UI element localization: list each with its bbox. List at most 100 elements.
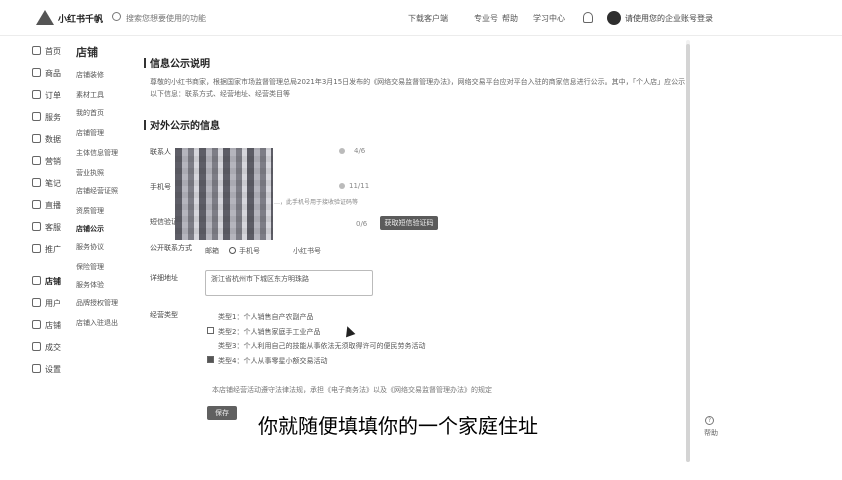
nav-item-settings[interactable]: 设置 — [24, 362, 70, 376]
nav-item-users[interactable]: 用户 — [24, 296, 70, 310]
sub-nav-item[interactable]: 服务体验 — [76, 280, 104, 290]
user-name[interactable]: 请使用您的企业账号登录 — [625, 13, 713, 24]
nav-label: 店铺 — [45, 321, 61, 330]
nav-label: 设置 — [45, 365, 61, 374]
nav-item-orders[interactable]: 订单 — [24, 88, 70, 102]
radio-phone[interactable] — [229, 247, 236, 254]
radio-email-label[interactable]: 邮箱 — [205, 246, 219, 256]
nav-item-service[interactable]: 服务 — [24, 110, 70, 124]
type-checkbox-2[interactable] — [207, 327, 214, 334]
avatar[interactable] — [607, 11, 621, 25]
business-type-label: 经营类型 — [150, 311, 178, 319]
chat-icon — [32, 222, 41, 231]
nav-label: 推广 — [45, 245, 61, 254]
video-subtitle: 你就随便填填你的一个家庭住址 — [258, 414, 538, 438]
notes-icon — [32, 178, 41, 187]
nav-item-store[interactable]: 店铺 — [24, 274, 70, 288]
nav-learning-center[interactable]: 学习中心 — [533, 13, 565, 24]
nav-item-shop[interactable]: 店铺 — [24, 318, 70, 332]
phone-label: 手机号 — [150, 183, 171, 191]
sub-nav-item[interactable]: 主体信息管理 — [76, 148, 118, 158]
product-icon — [32, 68, 41, 77]
clear-icon[interactable] — [339, 148, 345, 154]
nav-item-home[interactable]: 首页 — [24, 44, 70, 58]
phone-note: …，此手机号用于接收验证码等 — [274, 199, 359, 206]
nav-item-data[interactable]: 数据 — [24, 132, 70, 146]
marketing-icon — [32, 156, 41, 165]
sms-code-counter: 0/6 — [356, 220, 368, 228]
sub-nav-item[interactable]: 店铺管理 — [76, 128, 104, 138]
nav-label: 用户 — [45, 299, 61, 308]
type-option-2[interactable]: 类型2：个人销售家庭手工业产品 — [218, 327, 320, 337]
user-icon — [32, 298, 41, 307]
bell-icon[interactable] — [583, 12, 593, 23]
help-icon[interactable]: ? — [705, 416, 714, 425]
sub-nav-item[interactable]: 店铺装修 — [76, 70, 104, 80]
address-label: 详细地址 — [150, 274, 178, 282]
chevron-down-icon[interactable]: ⌄ — [690, 13, 697, 22]
sub-nav-item[interactable]: 我的首页 — [76, 108, 104, 118]
sub-nav-item[interactable]: 保险管理 — [76, 262, 104, 272]
type-option-1[interactable]: 类型1：个人销售自产农副产品 — [218, 312, 313, 322]
compliance-note: 本店铺经营活动遵守法律法规，承担《电子商务法》以及《网络交易监督管理办法》的规定 — [212, 386, 492, 394]
promotion-icon — [32, 244, 41, 253]
nav-label: 商品 — [45, 69, 61, 78]
sub-nav-item[interactable]: 品牌授权管理 — [76, 298, 118, 308]
nav-label: 客服 — [45, 223, 61, 232]
nav-download-client[interactable]: 下载客户端 — [408, 13, 448, 24]
service-icon — [32, 112, 41, 121]
sub-nav-item[interactable]: 资质管理 — [76, 206, 104, 216]
nav-label: 订单 — [45, 91, 61, 100]
sub-nav-item[interactable]: 服务协议 — [76, 242, 104, 252]
type-option-4[interactable]: 类型4：个人从事零星小额交易活动 — [218, 356, 327, 366]
nav-item-notes[interactable]: 笔记 — [24, 176, 70, 190]
scrollbar-thumb[interactable] — [686, 44, 690, 462]
search-bar[interactable] — [112, 11, 362, 25]
section-title-public-info: 对外公示的信息 — [144, 117, 220, 132]
nav-item-promotion[interactable]: 推广 — [24, 242, 70, 256]
nav-label: 数据 — [45, 135, 61, 144]
sub-nav-item[interactable]: 营业执照 — [76, 168, 104, 178]
search-icon — [112, 12, 121, 21]
nav-item-products[interactable]: 商品 — [24, 66, 70, 80]
contact-label: 联系人 — [150, 148, 171, 156]
type-option-3[interactable]: 类型3：个人利用自己的技能从事依法无须取得许可的便民劳务活动 — [218, 341, 425, 351]
nav-label: 首页 — [45, 47, 61, 56]
address-input[interactable]: 浙江省杭州市下城区东方明珠路 — [205, 270, 373, 296]
nav-item-deals[interactable]: 成交 — [24, 340, 70, 354]
sub-nav-title: 店铺 — [76, 46, 98, 59]
nav-item-customer-service[interactable]: 客服 — [24, 220, 70, 234]
nav-help[interactable]: 帮助 — [502, 13, 518, 24]
nav-label: 成交 — [45, 343, 61, 352]
nav-professional[interactable]: 专业号 — [474, 13, 498, 24]
sub-nav-item[interactable]: 素材工具 — [76, 90, 104, 100]
sub-nav-item[interactable]: 店铺经营证照 — [76, 186, 118, 196]
phone-counter: 11/11 — [349, 182, 370, 190]
nav-label: 笔记 — [45, 179, 61, 188]
nav-label: 营销 — [45, 157, 61, 166]
redacted-mosaic — [175, 148, 273, 240]
home-icon — [32, 46, 41, 55]
public-contact-label: 公开联系方式 — [150, 244, 192, 252]
disclosure-description: 尊敬的小红书商家，根据国家市场监督管理总局2021年3月15日发布的《网络交易监… — [150, 78, 686, 98]
top-bar: 小红书千帆 下载客户端 专业号 帮助 学习中心 请使用您的企业账号登录 ⌄ — [0, 0, 842, 36]
sub-nav-item[interactable]: 店铺入驻退出 — [76, 318, 118, 328]
radio-redbook-label[interactable]: 小红书号 — [293, 246, 321, 256]
get-sms-code-button[interactable]: 获取短信验证码 — [380, 216, 438, 230]
search-input[interactable] — [126, 11, 346, 25]
sub-nav-item-active[interactable]: 店铺公示 — [76, 224, 104, 234]
order-icon — [32, 90, 41, 99]
deal-icon — [32, 342, 41, 351]
logo-icon[interactable] — [36, 10, 54, 25]
clear-icon[interactable] — [339, 183, 345, 189]
nav-item-marketing[interactable]: 营销 — [24, 154, 70, 168]
shop-icon — [32, 320, 41, 329]
type-checkbox-4[interactable] — [207, 356, 214, 363]
save-button[interactable]: 保存 — [207, 406, 237, 420]
radio-phone-label[interactable]: 手机号 — [239, 246, 260, 256]
help-label[interactable]: 帮助 — [704, 428, 718, 438]
nav-label: 直播 — [45, 201, 61, 210]
logo-text[interactable]: 小红书千帆 — [58, 12, 103, 25]
nav-item-live[interactable]: 直播 — [24, 198, 70, 212]
contact-counter: 4/6 — [354, 147, 366, 155]
